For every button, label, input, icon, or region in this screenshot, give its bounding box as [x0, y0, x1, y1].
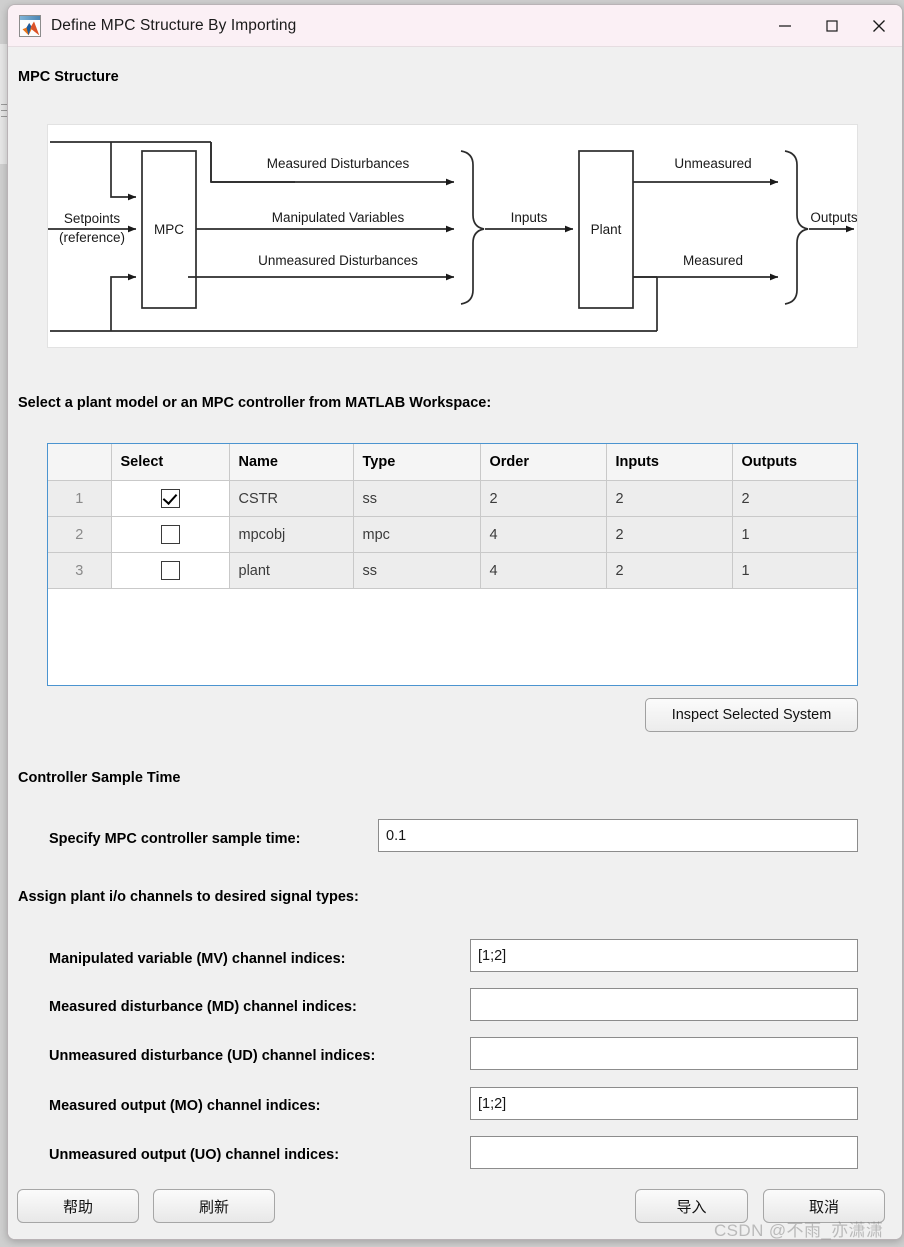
- refresh-button[interactable]: 刷新: [153, 1189, 275, 1223]
- row-checkbox[interactable]: [160, 489, 180, 508]
- diagram-label-setpoints-1: Setpoints: [64, 211, 121, 226]
- cell-outputs: 1: [732, 552, 857, 589]
- sample-time-input[interactable]: [378, 819, 858, 852]
- row-select-cell[interactable]: [111, 480, 230, 517]
- import-button[interactable]: 导入: [635, 1189, 748, 1223]
- diagram-label-inputs: Inputs: [511, 210, 548, 225]
- cell-name: mpcobj: [229, 516, 354, 553]
- diagram-label-mpc: MPC: [154, 222, 184, 237]
- maximize-button[interactable]: [808, 5, 855, 46]
- table-header-inputs[interactable]: Inputs: [606, 444, 733, 481]
- section-heading-assign-channels: Assign plant i/o channels to desired sig…: [18, 889, 359, 905]
- cell-type: ss: [353, 552, 481, 589]
- cell-order: 2: [480, 480, 607, 517]
- title-bar: Define MPC Structure By Importing: [8, 5, 902, 47]
- diagram-label-plant: Plant: [591, 222, 622, 237]
- table-header-type[interactable]: Type: [353, 444, 481, 481]
- cell-type: ss: [353, 480, 481, 517]
- table-row[interactable]: 1 CSTR ss 2 2 2: [48, 480, 857, 517]
- cell-type: mpc: [353, 516, 481, 553]
- cell-order: 4: [480, 516, 607, 553]
- cell-name: CSTR: [229, 480, 354, 517]
- dialog-window: Define MPC Structure By Importing MPC St…: [7, 4, 903, 1240]
- table-header-outputs[interactable]: Outputs: [732, 444, 857, 481]
- row-checkbox[interactable]: [160, 525, 180, 544]
- dialog-footer: 帮助 刷新 导入 取消: [8, 1177, 902, 1239]
- mo-channel-label: Measured output (MO) channel indices:: [49, 1098, 321, 1114]
- diagram-label-outputs: Outputs: [810, 210, 857, 225]
- table-header-order[interactable]: Order: [480, 444, 607, 481]
- table-row[interactable]: 3 plant ss 4 2 1: [48, 552, 857, 589]
- diagram-label-unmeasured: Unmeasured: [674, 156, 751, 171]
- mpc-structure-diagram: MPC Plant Setpoints (reference) Measured…: [47, 124, 858, 348]
- diagram-label-manipulated-variables: Manipulated Variables: [272, 210, 405, 225]
- table-header-select[interactable]: Select: [111, 444, 230, 481]
- md-channel-label: Measured disturbance (MD) channel indice…: [49, 999, 357, 1015]
- ud-channel-input[interactable]: [470, 1037, 858, 1070]
- section-heading-controller-sample-time: Controller Sample Time: [18, 770, 181, 786]
- table-header-name[interactable]: Name: [229, 444, 354, 481]
- ud-channel-label: Unmeasured disturbance (UD) channel indi…: [49, 1048, 376, 1064]
- cell-inputs: 2: [606, 552, 733, 589]
- diagram-label-measured: Measured: [683, 253, 743, 268]
- section-heading-mpc-structure: MPC Structure: [18, 69, 119, 85]
- mv-channel-label: Manipulated variable (MV) channel indice…: [49, 951, 346, 967]
- cell-inputs: 2: [606, 516, 733, 553]
- row-number: 2: [48, 516, 112, 553]
- uo-channel-label: Unmeasured output (UO) channel indices:: [49, 1147, 340, 1163]
- mv-channel-input[interactable]: [470, 939, 858, 972]
- row-select-cell[interactable]: [111, 516, 230, 553]
- workspace-table[interactable]: Select Name Type Order Inputs Outputs 1 …: [47, 443, 858, 686]
- table-header-row: Select Name Type Order Inputs Outputs: [48, 444, 857, 481]
- table-header-corner: [48, 444, 112, 481]
- cell-name: plant: [229, 552, 354, 589]
- cancel-button[interactable]: 取消: [763, 1189, 885, 1223]
- inspect-selected-system-button[interactable]: Inspect Selected System: [645, 698, 858, 732]
- row-checkbox[interactable]: [160, 561, 180, 580]
- close-button[interactable]: [855, 5, 902, 46]
- diagram-label-setpoints-2: (reference): [59, 230, 125, 245]
- section-heading-select-model: Select a plant model or an MPC controlle…: [18, 395, 492, 411]
- mo-channel-input[interactable]: [470, 1087, 858, 1120]
- cell-order: 4: [480, 552, 607, 589]
- help-button[interactable]: 帮助: [17, 1189, 139, 1223]
- diagram-label-measured-disturbances: Measured Disturbances: [267, 156, 410, 171]
- row-number: 3: [48, 552, 112, 589]
- cell-outputs: 1: [732, 516, 857, 553]
- row-number: 1: [48, 480, 112, 517]
- dialog-content: MPC Structure MPC Plant Setpoints (refer…: [8, 47, 902, 1239]
- matlab-icon: [19, 14, 41, 37]
- table-row[interactable]: 2 mpcobj mpc 4 2 1: [48, 516, 857, 553]
- cell-outputs: 2: [732, 480, 857, 517]
- minimize-button[interactable]: [761, 5, 808, 46]
- row-select-cell[interactable]: [111, 552, 230, 589]
- uo-channel-input[interactable]: [470, 1136, 858, 1169]
- diagram-label-unmeasured-disturbances: Unmeasured Disturbances: [258, 253, 418, 268]
- window-title: Define MPC Structure By Importing: [51, 16, 297, 34]
- sample-time-label: Specify MPC controller sample time:: [49, 831, 301, 847]
- md-channel-input[interactable]: [470, 988, 858, 1021]
- cell-inputs: 2: [606, 480, 733, 517]
